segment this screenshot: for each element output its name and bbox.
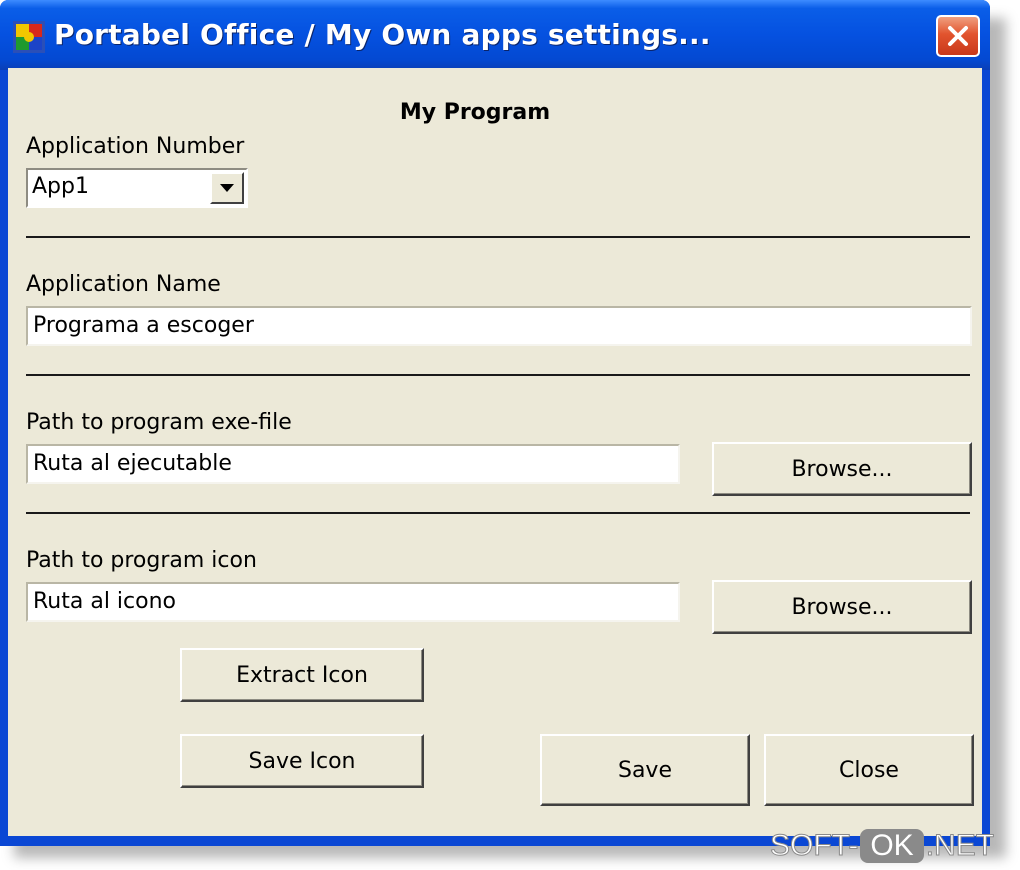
browse-icon-button[interactable]: Browse... <box>712 580 972 634</box>
divider <box>26 236 970 238</box>
exe-path-label: Path to program exe-file <box>26 410 292 435</box>
icon-path-input[interactable]: Ruta al icono <box>26 582 680 622</box>
extract-icon-button[interactable]: Extract Icon <box>180 648 424 702</box>
app-name-label: Application Name <box>26 272 221 297</box>
browse-exe-label: Browse... <box>791 456 893 482</box>
settings-window: Portabel Office / My Own apps settings..… <box>0 0 990 846</box>
watermark-right: .NET <box>925 829 995 863</box>
app-number-select[interactable]: App1 <box>26 168 248 208</box>
colored-blocks-icon <box>13 21 45 53</box>
save-icon-button[interactable]: Save Icon <box>180 734 424 788</box>
save-label: Save <box>617 757 672 783</box>
watermark-middle: OK <box>860 829 924 863</box>
window-title: Portabel Office / My Own apps settings..… <box>54 18 711 51</box>
dropdown-button[interactable] <box>210 172 244 204</box>
browse-exe-button[interactable]: Browse... <box>712 442 972 496</box>
dialog-body: My Program Application Number App1 Appli… <box>8 68 982 836</box>
browse-icon-label: Browse... <box>791 594 893 620</box>
close-icon <box>948 26 968 46</box>
watermark: SOFT- OK .NET <box>769 826 995 866</box>
section-heading: My Program <box>399 100 551 125</box>
save-icon-label: Save Icon <box>248 748 356 774</box>
app-number-value: App1 <box>32 174 89 199</box>
app-number-label: Application Number <box>26 134 245 159</box>
close-button[interactable]: Close <box>764 734 974 806</box>
exe-path-input[interactable]: Ruta al ejecutable <box>26 444 680 484</box>
window-close-button[interactable] <box>936 15 980 57</box>
watermark-left: SOFT- <box>769 829 859 863</box>
close-label: Close <box>839 757 899 783</box>
divider <box>26 512 970 514</box>
chevron-down-icon <box>220 184 234 192</box>
save-button[interactable]: Save <box>540 734 750 806</box>
extract-icon-label: Extract Icon <box>236 662 368 688</box>
title-bar[interactable]: Portabel Office / My Own apps settings..… <box>0 0 990 70</box>
app-name-input[interactable]: Programa a escoger <box>26 306 972 346</box>
icon-path-label: Path to program icon <box>26 548 257 573</box>
divider <box>26 374 970 376</box>
